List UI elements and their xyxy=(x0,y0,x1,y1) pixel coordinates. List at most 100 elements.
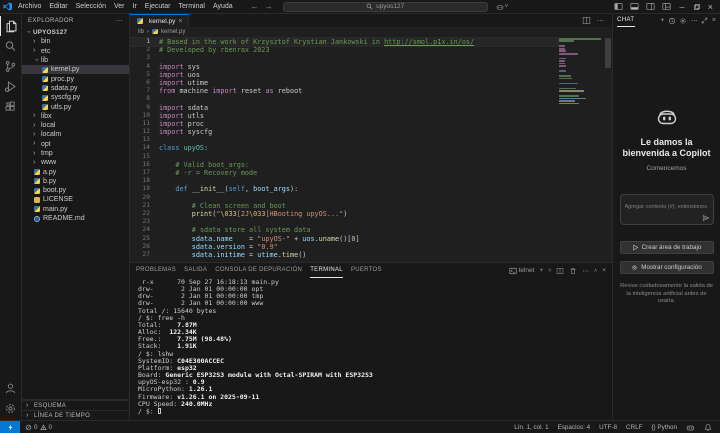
tree-item-opt[interactable]: › opt xyxy=(22,140,129,149)
tree-item-local[interactable]: › local xyxy=(22,121,129,130)
breadcrumb[interactable]: lib › kernel.py xyxy=(130,27,612,36)
code-line[interactable]: 9 import sdata xyxy=(130,104,558,112)
close-chat-icon[interactable]: × xyxy=(712,17,716,24)
toggle-panel-icon[interactable] xyxy=(630,2,639,11)
tab-chat[interactable]: CHAT xyxy=(617,14,635,27)
tree-item-lib[interactable]: › lib xyxy=(22,56,129,65)
code-line[interactable]: 23 xyxy=(130,218,558,226)
code-line[interactable]: 25 sdata.name = "upyOS-" + uos.uname()[0… xyxy=(130,235,558,243)
tree-item-bin[interactable]: › bin xyxy=(22,37,129,46)
panel-tab-terminal[interactable]: TERMINAL xyxy=(310,263,343,278)
chat-more-actions-icon[interactable]: ⋯ xyxy=(691,17,698,25)
menu-editar[interactable]: Editar xyxy=(45,3,71,10)
editor-more-actions-icon[interactable]: ⋯ xyxy=(597,17,604,25)
panel-tab-salida[interactable]: SALIDA xyxy=(184,263,207,278)
code-line[interactable]: 5 import uos xyxy=(130,71,558,79)
menu-archivo[interactable]: Archivo xyxy=(14,3,45,10)
code-line[interactable]: 18 xyxy=(130,177,558,185)
settings-gear-icon[interactable] xyxy=(0,398,22,418)
tree-item-etc[interactable]: › etc xyxy=(22,47,129,56)
editor-scrollbar[interactable] xyxy=(605,38,611,68)
customize-layout-icon[interactable] xyxy=(662,2,671,11)
panel-tab-problemas[interactable]: PROBLEMAS xyxy=(136,263,176,278)
code-line[interactable]: 22 print("\033[2J\033[HBooting upyOS..."… xyxy=(130,210,558,218)
menu-terminal[interactable]: Terminal xyxy=(174,3,208,10)
code-line[interactable]: 21 # Clean screen and boot xyxy=(130,202,558,210)
tree-item-www[interactable]: › www xyxy=(22,158,129,167)
panel-more-actions-icon[interactable]: ⋯ xyxy=(582,267,589,275)
menu-ayuda[interactable]: Ayuda xyxy=(209,3,237,10)
close-panel-icon[interactable]: × xyxy=(602,267,606,274)
breadcrumb-folder[interactable]: lib xyxy=(138,29,144,35)
status-item-espacios-4[interactable]: Espacios: 4 xyxy=(558,424,591,431)
code-line[interactable]: 3 xyxy=(130,54,558,62)
code-line[interactable]: 7 from machine import reset as reboot xyxy=(130,87,558,95)
tree-item-boot.py[interactable]: boot.py xyxy=(22,186,129,195)
code-editor[interactable]: 1 # Based in the work of Krzysztof Krysti… xyxy=(130,36,612,262)
explorer-icon[interactable] xyxy=(0,16,22,36)
menu-ir[interactable]: Ir xyxy=(129,3,141,10)
code-line[interactable]: 16 # Valid boot_args: xyxy=(130,161,558,169)
terminal-instance-telnet[interactable]: telnet xyxy=(508,267,534,275)
code-line[interactable]: 1 # Based in the work of Krzysztof Krysti… xyxy=(130,36,559,48)
copilot-title-menu[interactable]: ˅ xyxy=(496,3,508,11)
tree-item-a.py[interactable]: a.py xyxy=(22,167,129,176)
explorer-more-actions-icon[interactable]: ⋯ xyxy=(116,17,123,25)
code-line[interactable]: 20 xyxy=(130,194,558,202)
maximize-panel-icon[interactable]: ˄ xyxy=(594,268,597,274)
chat-settings-gear-icon[interactable] xyxy=(679,17,687,25)
back-button[interactable]: ← xyxy=(251,2,259,11)
problems-status[interactable]: 0 0 xyxy=(25,424,52,431)
code-line[interactable]: 13 xyxy=(130,136,558,144)
chat-input-box[interactable] xyxy=(619,194,714,225)
code-line[interactable]: 14 class upyOS: xyxy=(130,144,558,152)
create-workspace-button[interactable]: Crear área de trabajo xyxy=(619,241,714,254)
tree-item-b.py[interactable]: b.py xyxy=(22,177,129,186)
tree-item-main.py[interactable]: main.py xyxy=(22,205,129,214)
search-sidebar-icon[interactable] xyxy=(0,36,22,56)
menu-selección[interactable]: Selección xyxy=(72,3,110,10)
code-line[interactable]: 24 # sdata store all system data xyxy=(130,226,558,234)
tree-item-sdata.py[interactable]: sdata.py xyxy=(22,84,129,93)
code-line[interactable]: 2 # Developed by rbenrax 2023 xyxy=(130,46,558,54)
terminal-output[interactable]: r-x 70 Sep 27 16:18:13 main.py drw- 2 Jan… xyxy=(130,278,612,420)
menu-ver[interactable]: Ver xyxy=(110,3,129,10)
close-tab-icon[interactable]: × xyxy=(178,18,182,25)
tree-item-libx[interactable]: › libx xyxy=(22,112,129,121)
tab-kernel-py[interactable]: kernel.py × xyxy=(130,14,190,27)
minimize-icon[interactable] xyxy=(678,3,686,11)
code-line[interactable]: 15 xyxy=(130,153,558,161)
kill-terminal-icon[interactable] xyxy=(569,267,577,275)
code-line[interactable]: 11 import proc xyxy=(130,120,558,128)
command-center-search[interactable]: upyos127 xyxy=(282,1,488,12)
status-item-utf-8[interactable]: UTF-8 xyxy=(599,424,617,431)
split-terminal-icon[interactable] xyxy=(556,267,564,275)
code-line[interactable]: 8 xyxy=(130,95,558,103)
tree-item-upyos127[interactable]: › UPYOS127 xyxy=(22,28,129,37)
code-line[interactable]: 19 def __init__(self, boot_args): xyxy=(130,185,558,193)
breadcrumb-file[interactable]: kernel.py xyxy=(161,29,185,35)
code-line[interactable]: 17 # -r = Recovery mode xyxy=(130,169,558,177)
tree-item-utls.py[interactable]: utls.py xyxy=(22,102,129,111)
status-item-l-n-1-col-1[interactable]: Lín. 1, col. 1 xyxy=(514,424,548,431)
account-icon[interactable] xyxy=(0,378,22,398)
source-control-icon[interactable] xyxy=(0,56,22,76)
menu-ejecutar[interactable]: Ejecutar xyxy=(141,3,175,10)
open-chat-in-editor-icon[interactable] xyxy=(701,17,708,24)
split-editor-icon[interactable] xyxy=(582,16,591,25)
timeline-section[interactable]: › LÍNEA DE TIEMPO xyxy=(22,410,129,420)
outline-section[interactable]: › ESQUEMA xyxy=(22,400,129,410)
code-line[interactable]: 27 sdata.initime = utime.time() xyxy=(130,251,558,259)
run-debug-icon[interactable] xyxy=(0,76,22,96)
panel-tab-puertos[interactable]: PUERTOS xyxy=(351,263,382,278)
tree-item-proc.py[interactable]: proc.py xyxy=(22,74,129,83)
new-terminal-icon[interactable]: + xyxy=(539,267,543,274)
toggle-sidebar-icon[interactable] xyxy=(614,2,623,11)
minimap[interactable] xyxy=(559,38,603,105)
extensions-icon[interactable] xyxy=(0,96,22,116)
send-icon[interactable] xyxy=(702,214,710,222)
code-line[interactable]: 10 import utls xyxy=(130,112,558,120)
status-item-python[interactable]: {} Python xyxy=(651,424,677,431)
new-chat-icon[interactable]: + xyxy=(660,17,664,24)
notifications-bell-icon[interactable] xyxy=(704,423,712,431)
